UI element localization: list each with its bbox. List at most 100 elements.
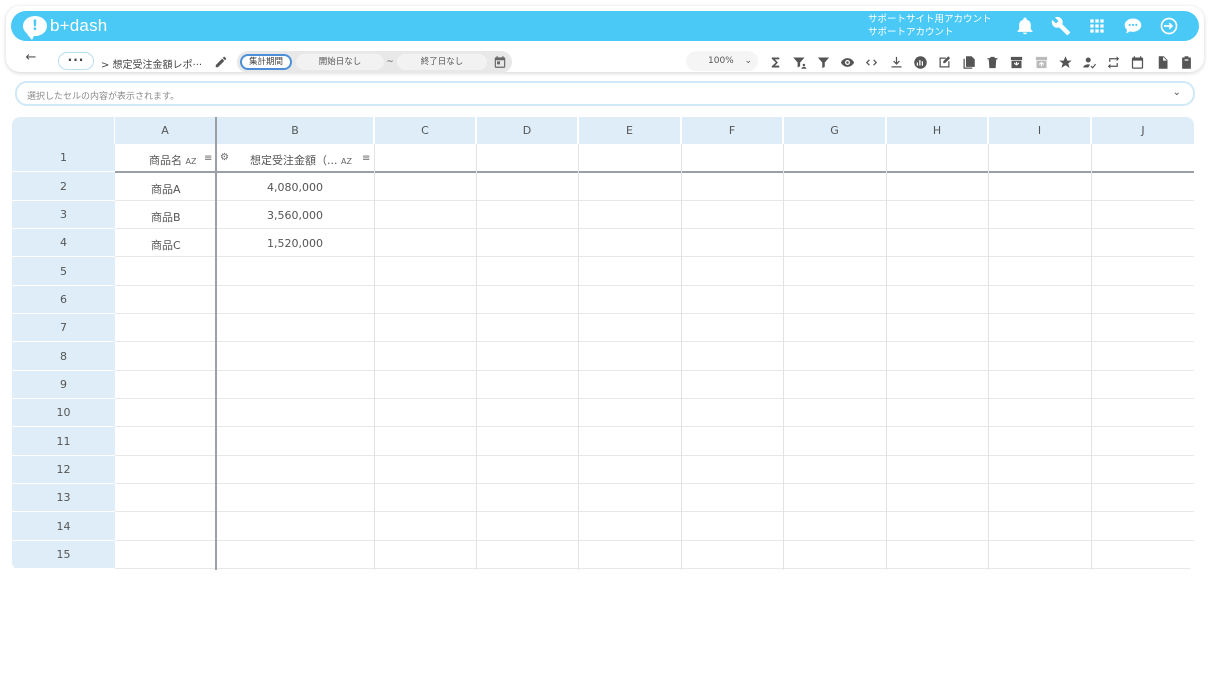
row-divider [115, 341, 1194, 342]
cell-b4[interactable]: 1,520,000 [242, 237, 323, 250]
account-info[interactable]: サポートサイト用アカウント サポートアカウント [868, 14, 992, 39]
cell-b2[interactable]: 4,080,000 [242, 181, 323, 194]
row-divider [115, 483, 1194, 484]
document-icon[interactable] [1150, 51, 1174, 73]
spreadsheet-grid: A B C D E F G H I J 1 2 3 4 5 6 7 8 9 10 11 12 13 14 1… [12, 117, 1194, 570]
more-menu-button[interactable]: ··· [58, 52, 94, 70]
row-header[interactable]: 11 [12, 427, 115, 456]
gear-icon[interactable]: ⚙ [220, 152, 229, 163]
column-header-c[interactable]: C [375, 117, 476, 144]
swap-icon[interactable] [1102, 51, 1126, 73]
user-check-icon[interactable] [1077, 51, 1101, 73]
column-header-a[interactable]: A [115, 117, 216, 144]
row-divider [115, 313, 1194, 314]
row-header[interactable]: 12 [12, 456, 115, 484]
account-name: サポートサイト用アカウント [868, 14, 992, 25]
filter-icon[interactable]: ≡ [204, 153, 212, 164]
eye-icon[interactable] [836, 51, 860, 73]
calendar-icon[interactable] [1126, 51, 1150, 73]
sigma-icon[interactable] [763, 51, 787, 73]
column-header-f[interactable]: F [682, 117, 783, 144]
zoom-select[interactable]: 100% ⌄ [686, 51, 758, 71]
row-header[interactable]: 13 [12, 484, 115, 512]
header-product-name-label: 商品名 [149, 154, 182, 167]
zoom-value: 100% [708, 56, 734, 66]
header-cell-product-name[interactable]: 商品名 AZ [149, 152, 196, 168]
download-icon[interactable] [884, 51, 908, 73]
row-header[interactable]: 5 [12, 257, 115, 286]
support-chat-icon[interactable] [1115, 14, 1151, 38]
end-date-field[interactable]: 終了日なし [397, 54, 487, 70]
start-date-field[interactable]: 開始日なし [296, 54, 384, 70]
row-header[interactable]: 9 [12, 371, 115, 399]
cell-b3[interactable]: 3,560,000 [242, 209, 323, 222]
filter-icon[interactable] [811, 51, 835, 73]
row-header[interactable]: 10 [12, 399, 115, 427]
edit-note-icon[interactable] [932, 51, 956, 73]
code-icon[interactable] [860, 51, 884, 73]
top-bar: ! b+dash サポートサイト用アカウント サポートアカウント [11, 11, 1199, 41]
cell-content-bar[interactable]: 選択したセルの内容が表示されます。 ⌄ [15, 81, 1195, 106]
row-header[interactable]: 1 [12, 144, 115, 172]
column-header-h[interactable]: H [887, 117, 988, 144]
cell-a4[interactable]: 商品C [151, 237, 181, 253]
row-header[interactable]: 2 [12, 172, 115, 201]
column-header-g[interactable]: G [784, 117, 886, 144]
row-header[interactable]: 14 [12, 512, 115, 541]
chevron-down-icon: ⌄ [744, 56, 752, 66]
bell-icon[interactable] [1007, 14, 1043, 38]
header-card: ! b+dash サポートサイト用アカウント サポートアカウント ← ··· >… [6, 6, 1204, 73]
clipboard-icon[interactable] [1174, 51, 1198, 73]
cell-a3[interactable]: 商品B [151, 209, 181, 225]
logo-text: b+dash [50, 16, 108, 35]
column-header-e[interactable]: E [579, 117, 681, 144]
column-header-b[interactable]: B [217, 117, 374, 144]
tool-icons [763, 51, 1198, 73]
row-header[interactable]: 8 [12, 342, 115, 371]
freeze-divider-vertical[interactable] [215, 117, 217, 570]
column-divider [988, 144, 989, 570]
column-header-j[interactable]: J [1092, 117, 1194, 144]
header-cell-expected-amount[interactable]: 想定受注金額（... AZ [250, 152, 352, 168]
filter-user-icon[interactable] [787, 51, 811, 73]
period-separator: ~ [386, 57, 394, 67]
logout-icon[interactable] [1151, 14, 1187, 38]
back-button[interactable]: ← [22, 48, 40, 66]
column-divider [681, 144, 682, 570]
row-divider [115, 455, 1194, 456]
row-header[interactable]: 7 [12, 314, 115, 342]
row-header[interactable]: 15 [12, 541, 115, 569]
row-divider [115, 171, 1194, 173]
account-user: サポートアカウント [868, 26, 954, 38]
wrench-icon[interactable] [1043, 14, 1079, 38]
column-header-d[interactable]: D [477, 117, 578, 144]
row-header[interactable]: 3 [12, 201, 115, 229]
row-divider [115, 285, 1194, 286]
row-divider [115, 426, 1194, 427]
sort-az-icon[interactable]: AZ [186, 157, 197, 166]
chart-circle-icon[interactable] [908, 51, 932, 73]
copy-icon[interactable] [957, 51, 981, 73]
star-icon[interactable] [1053, 51, 1077, 73]
row-divider [115, 568, 1194, 569]
column-divider [374, 144, 375, 570]
app-logo[interactable]: ! b+dash [23, 15, 108, 40]
grid-corner[interactable] [12, 117, 115, 144]
row-header[interactable]: 4 [12, 229, 115, 257]
column-header-i[interactable]: I [989, 117, 1091, 144]
filter-icon[interactable]: ≡ [362, 153, 370, 164]
row-divider [115, 200, 1194, 201]
cell-a2[interactable]: 商品A [151, 181, 181, 197]
calendar-icon[interactable] [493, 55, 507, 69]
chevron-down-icon[interactable]: ⌄ [1173, 87, 1181, 98]
breadcrumb[interactable]: > 想定受注金額レポ··· [101, 56, 202, 71]
pencil-icon[interactable] [214, 55, 228, 69]
row-divider [115, 228, 1194, 229]
sort-az-icon[interactable]: AZ [341, 157, 352, 166]
archive-icon[interactable] [1005, 51, 1029, 73]
trash-icon[interactable] [981, 51, 1005, 73]
aggregation-period-toggle[interactable]: 集計期間 [240, 54, 292, 70]
row-header[interactable]: 6 [12, 286, 115, 314]
period-selector: 集計期間 開始日なし ~ 終了日なし [237, 51, 512, 73]
apps-grid-icon[interactable] [1079, 14, 1115, 38]
